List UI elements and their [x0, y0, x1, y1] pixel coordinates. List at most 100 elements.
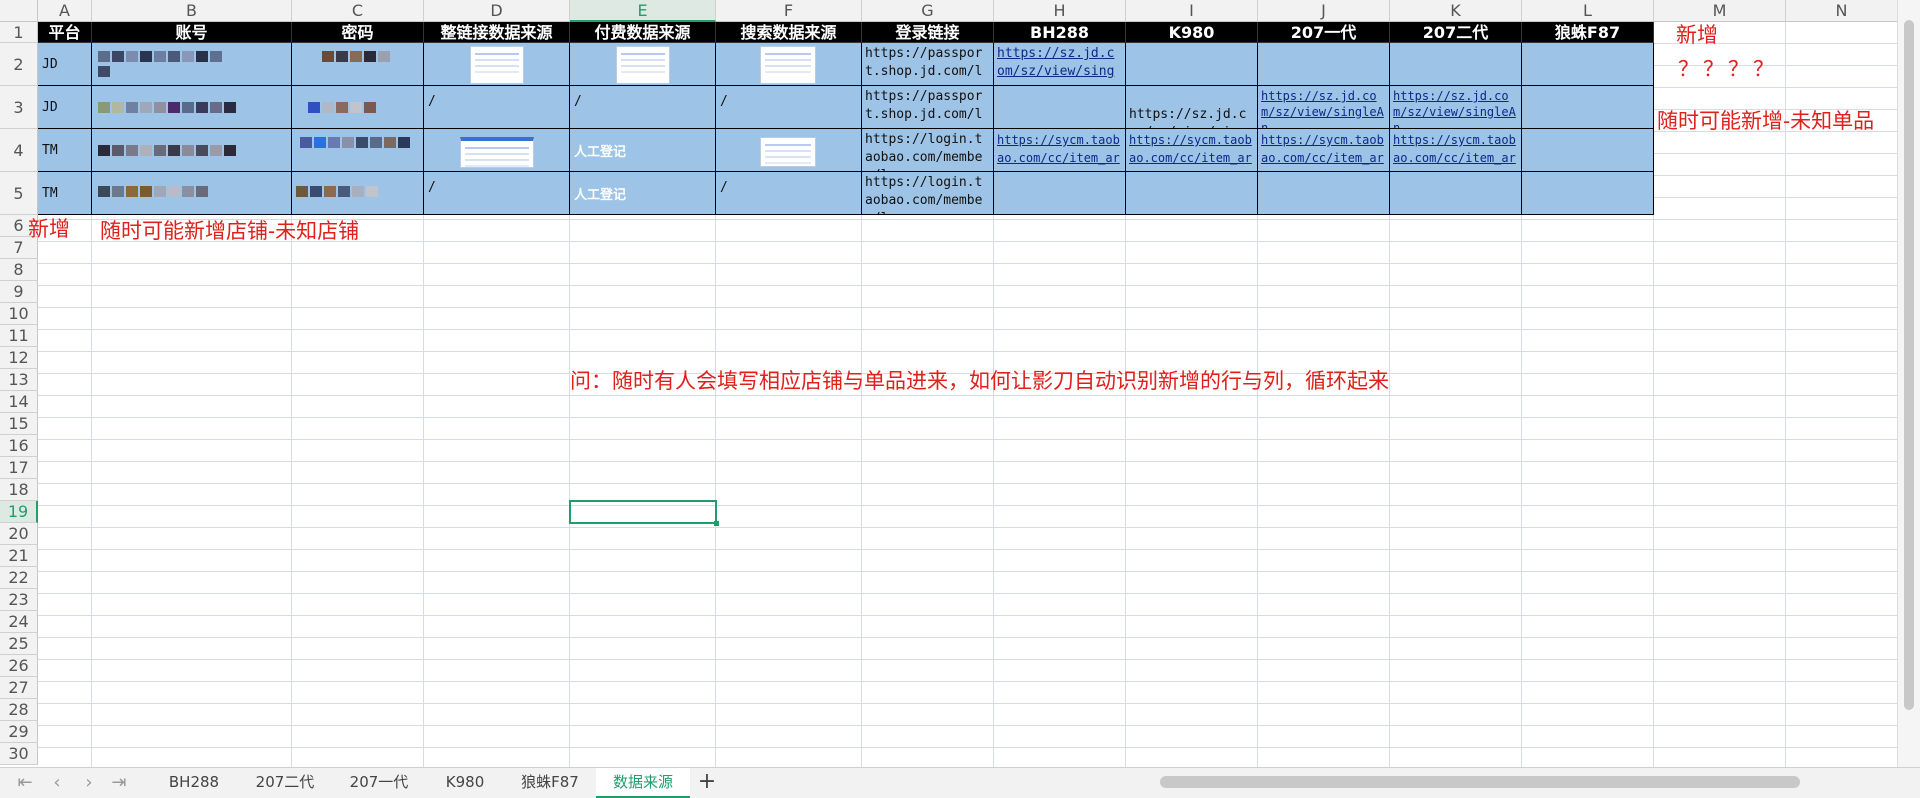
row-header-3[interactable]: 3	[0, 86, 38, 129]
header-bh288[interactable]: BH288	[994, 22, 1126, 43]
row-header-11[interactable]: 11	[0, 325, 38, 347]
product-link[interactable]: https://sycm.taobao.com/cc/item_ar	[994, 129, 1125, 169]
vertical-scroll-thumb[interactable]	[1904, 20, 1914, 710]
row-header-20[interactable]: 20	[0, 523, 38, 545]
row-header-30[interactable]: 30	[0, 743, 38, 765]
cell-k3[interactable]: https://sz.jd.com/sz/view/singleAn	[1390, 86, 1522, 129]
row-header-28[interactable]: 28	[0, 699, 38, 721]
cell-a5[interactable]: TM	[38, 172, 92, 215]
cell-c2[interactable]	[292, 43, 424, 86]
next-sheet-icon[interactable]: ›	[78, 772, 100, 793]
row-header-17[interactable]: 17	[0, 457, 38, 479]
add-sheet-button[interactable]: +	[692, 768, 722, 796]
column-header-l[interactable]: L	[1522, 0, 1654, 22]
header-link-source[interactable]: 整链接数据来源	[424, 22, 570, 43]
header-207-gen1[interactable]: 207一代	[1258, 22, 1390, 43]
select-all-corner[interactable]	[0, 0, 38, 22]
cell-i4[interactable]: https://sycm.taobao.com/cc/item_ar	[1126, 129, 1258, 172]
column-header-k[interactable]: K	[1390, 0, 1522, 22]
product-link[interactable]: https://sycm.taobao.com/cc/item_ar	[1258, 129, 1389, 169]
cell-l2[interactable]	[1522, 43, 1654, 86]
cell-f3[interactable]: /	[716, 86, 862, 129]
header-search-source[interactable]: 搜索数据来源	[716, 22, 862, 43]
row-header-10[interactable]: 10	[0, 303, 38, 325]
cell-e5[interactable]: 人工登记	[570, 172, 716, 215]
cell-d3[interactable]: /	[424, 86, 570, 129]
cell-b3[interactable]	[92, 86, 292, 129]
header-account[interactable]: 账号	[92, 22, 292, 43]
screenshot-thumbnail[interactable]	[460, 137, 534, 168]
cell-d5[interactable]: /	[424, 172, 570, 215]
cell-a3[interactable]: JD	[38, 86, 92, 129]
row-header-23[interactable]: 23	[0, 589, 38, 611]
column-header-i[interactable]: I	[1126, 0, 1258, 22]
vertical-scrollbar[interactable]	[1897, 0, 1920, 767]
first-sheet-icon[interactable]: ⇤	[14, 772, 36, 793]
cell-i3[interactable]: https://sz.jd.com/sz/view/sing	[1126, 86, 1258, 129]
cell-b2[interactable]	[92, 43, 292, 86]
tab-bh288[interactable]: BH288	[150, 768, 238, 796]
cell-l5[interactable]	[1522, 172, 1654, 215]
row-header-5[interactable]: 5	[0, 172, 38, 215]
cell-j5[interactable]	[1258, 172, 1390, 215]
cell-i2[interactable]	[1126, 43, 1258, 86]
column-header-g[interactable]: G	[862, 0, 994, 22]
tab-data-source[interactable]: 数据来源	[596, 768, 690, 798]
tab-207-gen2[interactable]: 207二代	[238, 768, 332, 796]
product-link[interactable]: https://sycm.taobao.com/cc/item_ar	[1390, 129, 1521, 169]
screenshot-thumbnail[interactable]	[470, 46, 524, 84]
row-header-8[interactable]: 8	[0, 259, 38, 281]
row-header-15[interactable]: 15	[0, 413, 38, 435]
column-header-h[interactable]: H	[994, 0, 1126, 22]
cell-d2[interactable]	[424, 43, 570, 86]
cell-b4[interactable]	[92, 129, 292, 172]
header-paid-source[interactable]: 付费数据来源	[570, 22, 716, 43]
cell-j3[interactable]: https://sz.jd.com/sz/view/singleAn	[1258, 86, 1390, 129]
cell-a2[interactable]: JD	[38, 43, 92, 86]
product-link[interactable]: https://sz.jd.com/sz/view/singleAn	[1258, 86, 1389, 128]
cell-k4[interactable]: https://sycm.taobao.com/cc/item_ar	[1390, 129, 1522, 172]
cell-g5[interactable]: https://login.taobao.com/member/lo	[862, 172, 994, 215]
column-header-j[interactable]: J	[1258, 0, 1390, 22]
cell-e2[interactable]	[570, 43, 716, 86]
row-header-14[interactable]: 14	[0, 391, 38, 413]
row-header-22[interactable]: 22	[0, 567, 38, 589]
column-header-a[interactable]: A	[38, 0, 92, 22]
cell-h4[interactable]: https://sycm.taobao.com/cc/item_ar	[994, 129, 1126, 172]
row-header-13[interactable]: 13	[0, 369, 38, 391]
row-header-9[interactable]: 9	[0, 281, 38, 303]
cell-f5[interactable]: /	[716, 172, 862, 215]
spreadsheet-grid[interactable]: A B C D E F G H I J K L M N 1 2 3 4 5 6 …	[0, 0, 1920, 767]
tab-k980[interactable]: K980	[426, 768, 504, 796]
product-link[interactable]: https://sz.jd.com/sz/view/singleAn	[1390, 86, 1521, 128]
column-header-e[interactable]: E	[570, 0, 716, 22]
header-password[interactable]: 密码	[292, 22, 424, 43]
row-header-27[interactable]: 27	[0, 677, 38, 699]
cell-h5[interactable]	[994, 172, 1126, 215]
cell-c5[interactable]	[292, 172, 424, 215]
column-header-c[interactable]: C	[292, 0, 424, 22]
cell-k5[interactable]	[1390, 172, 1522, 215]
screenshot-thumbnail[interactable]	[616, 46, 670, 84]
row-header-19[interactable]: 19	[0, 501, 38, 523]
header-207-gen2[interactable]: 207二代	[1390, 22, 1522, 43]
cell-d4[interactable]	[424, 129, 570, 172]
header-login-link[interactable]: 登录链接	[862, 22, 994, 43]
last-sheet-icon[interactable]: ⇥	[108, 772, 130, 793]
header-k980[interactable]: K980	[1126, 22, 1258, 43]
row-header-29[interactable]: 29	[0, 721, 38, 743]
cell-e4[interactable]: 人工登记	[570, 129, 716, 172]
cell-j2[interactable]	[1258, 43, 1390, 86]
row-header-25[interactable]: 25	[0, 633, 38, 655]
tab-f87[interactable]: 狼蛛F87	[504, 768, 596, 796]
prev-sheet-icon[interactable]: ‹	[46, 772, 68, 793]
cell-g2[interactable]: https://passport.shop.jd.com/l	[862, 43, 994, 86]
cell-c3[interactable]	[292, 86, 424, 129]
row-header-21[interactable]: 21	[0, 545, 38, 567]
cell-h2[interactable]: https://sz.jd.com/sz/view/sing	[994, 43, 1126, 86]
product-link[interactable]: https://sycm.taobao.com/cc/item_ar	[1126, 129, 1257, 169]
cell-h3[interactable]	[994, 86, 1126, 129]
cell-a4[interactable]: TM	[38, 129, 92, 172]
row-header-2[interactable]: 2	[0, 43, 38, 86]
cell-f4[interactable]	[716, 129, 862, 172]
